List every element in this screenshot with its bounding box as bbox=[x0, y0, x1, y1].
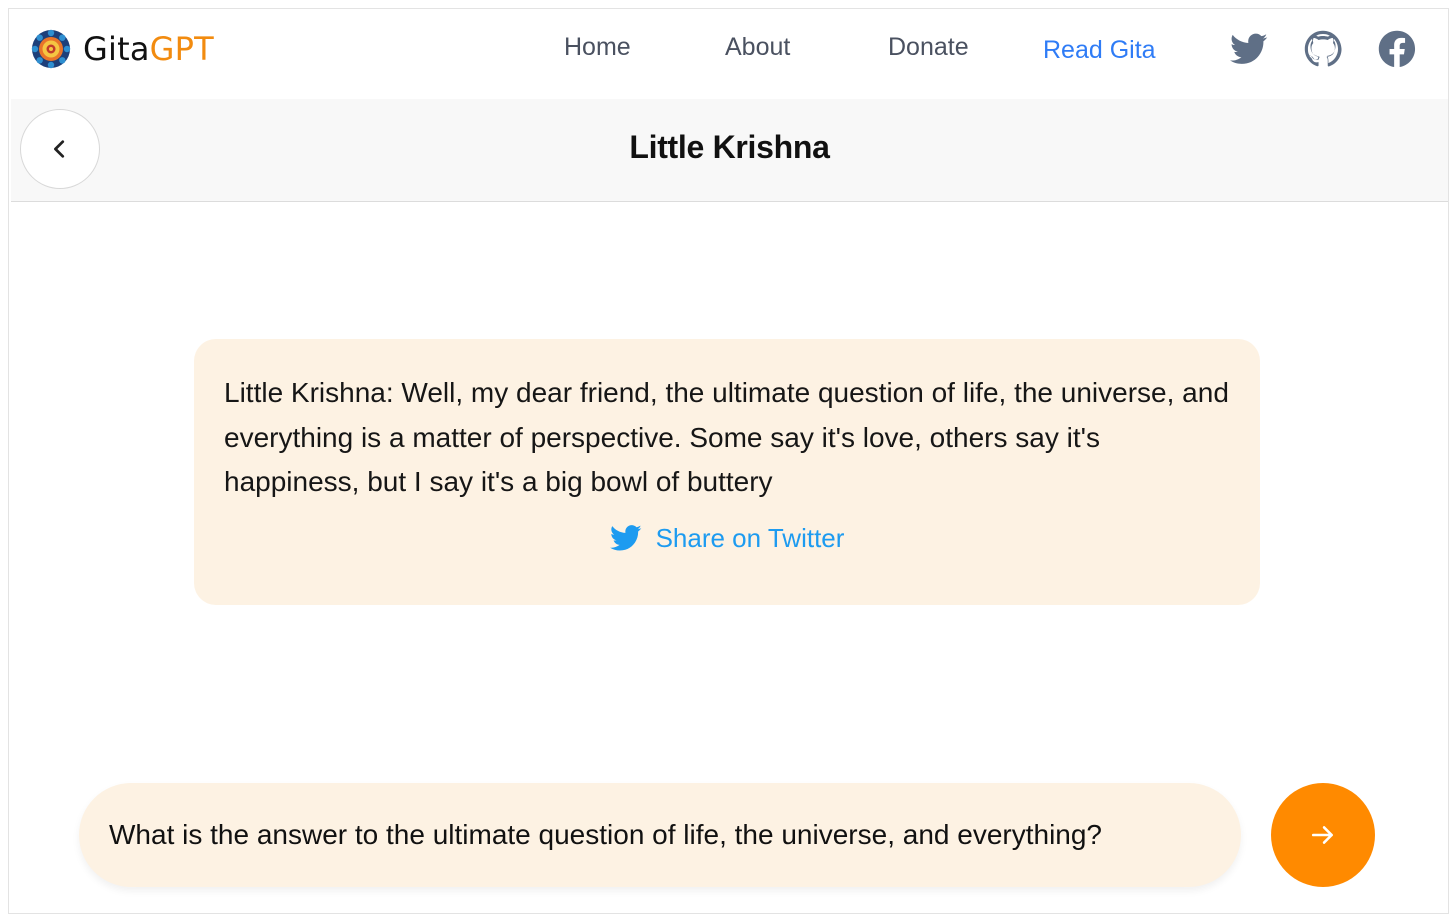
response-text: Little Krishna: Well, my dear friend, th… bbox=[224, 377, 1229, 497]
share-label: Share on Twitter bbox=[655, 522, 845, 553]
logo[interactable]: GitaGPT bbox=[31, 29, 214, 69]
chat-header: Little Krishna bbox=[11, 99, 1448, 202]
question-input-container bbox=[79, 783, 1241, 887]
mandala-icon bbox=[31, 29, 71, 69]
question-input[interactable] bbox=[79, 783, 1241, 887]
nav-home[interactable]: Home bbox=[564, 33, 631, 62]
app-window: GitaGPT Home About Donate Read Gita Litt… bbox=[8, 8, 1449, 914]
nav-donate[interactable]: Donate bbox=[888, 33, 969, 62]
top-navbar: GitaGPT Home About Donate Read Gita bbox=[9, 9, 1448, 99]
response-card: Little Krishna: Well, my dear friend, th… bbox=[194, 339, 1260, 605]
brand-name: GitaGPT bbox=[83, 30, 214, 68]
page-title: Little Krishna bbox=[629, 129, 830, 165]
nav-read-gita[interactable]: Read Gita bbox=[1043, 36, 1156, 65]
facebook-link[interactable] bbox=[1377, 29, 1417, 69]
twitter-icon bbox=[1230, 33, 1268, 64]
arrow-right-icon bbox=[1311, 826, 1333, 844]
send-button[interactable] bbox=[1271, 783, 1375, 887]
github-link[interactable] bbox=[1303, 29, 1343, 69]
facebook-icon bbox=[1378, 30, 1416, 68]
github-icon bbox=[1304, 30, 1342, 67]
nav-about[interactable]: About bbox=[725, 33, 790, 62]
twitter-icon bbox=[609, 525, 642, 551]
twitter-link[interactable] bbox=[1229, 29, 1269, 69]
share-on-twitter-button[interactable]: Share on Twitter bbox=[194, 522, 1260, 554]
